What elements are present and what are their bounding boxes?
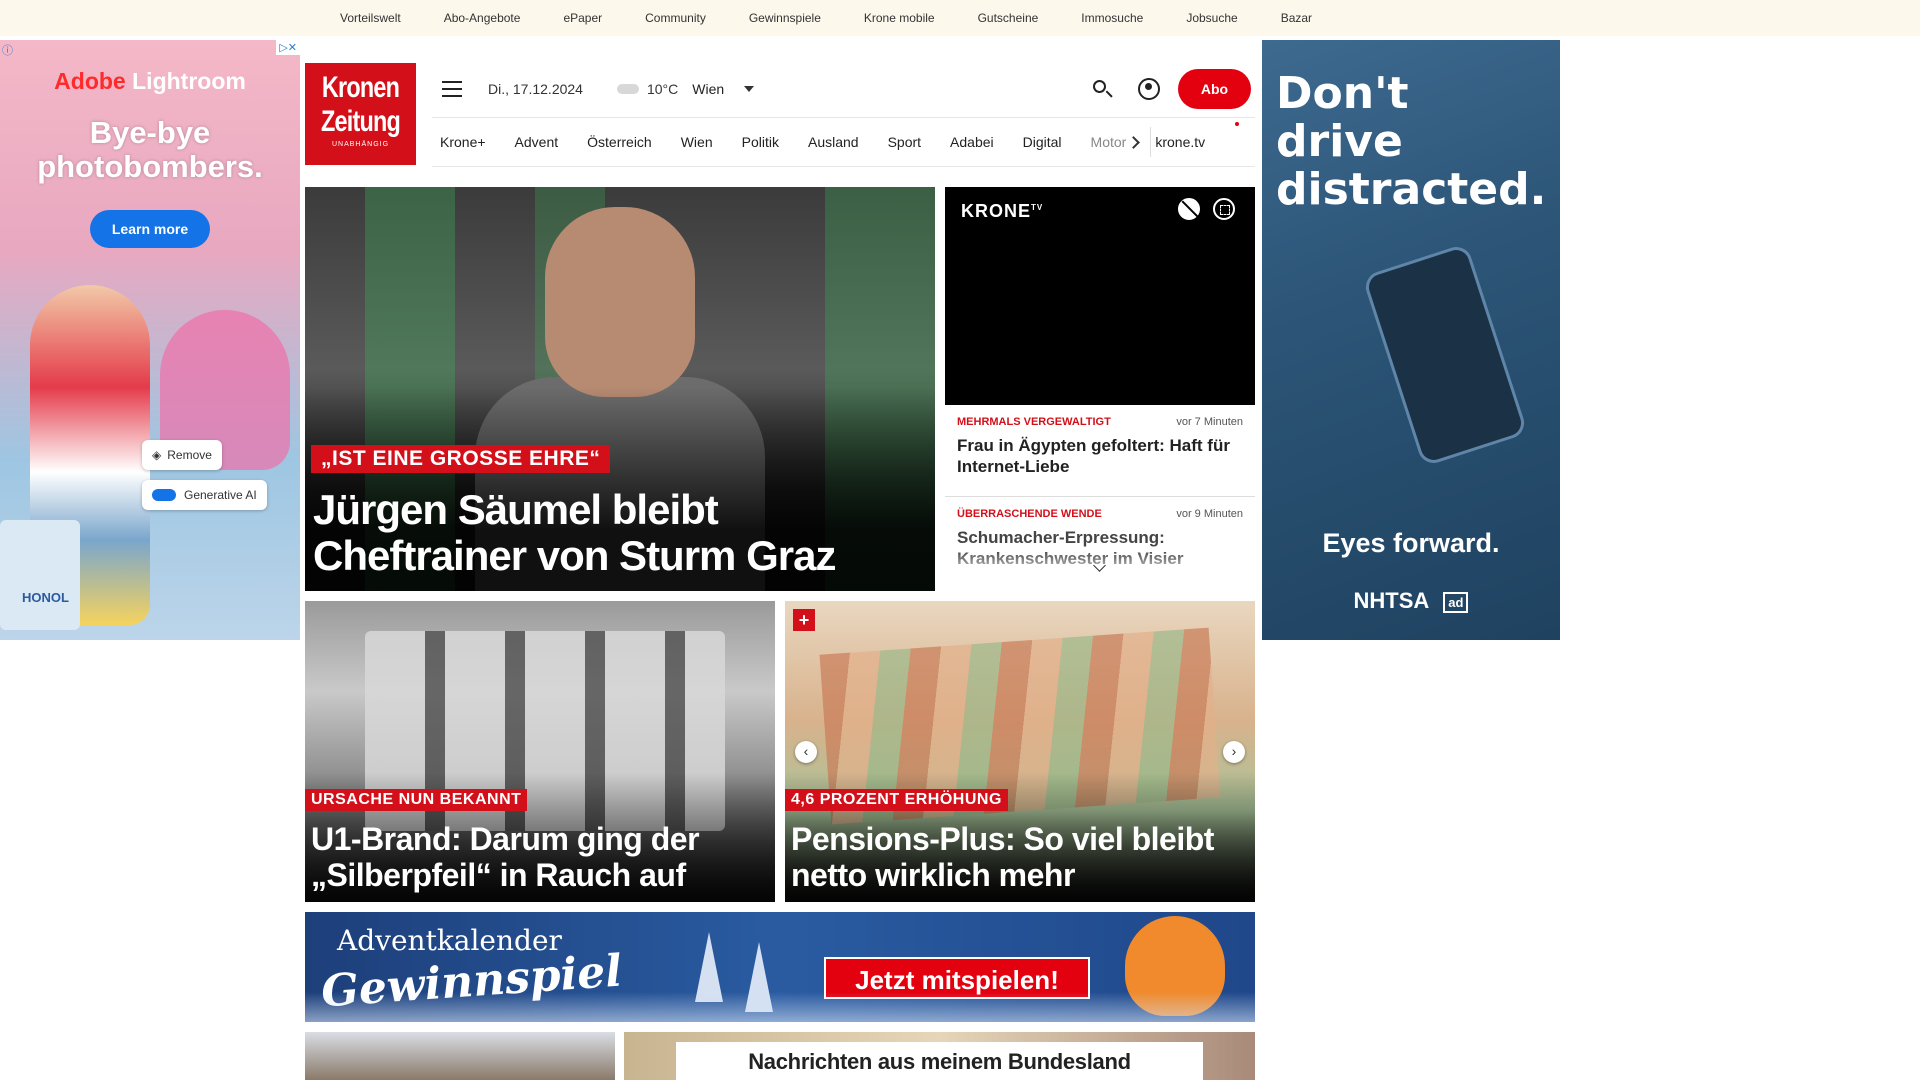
bundesland-heading[interactable]: Nachrichten aus meinem Bundesland xyxy=(676,1042,1203,1080)
chevron-down-icon[interactable] xyxy=(744,86,755,92)
article-card-pension[interactable]: + ‹ › 4,6 PROZENT ERHÖHUNG Pensions-Plus… xyxy=(785,601,1255,902)
news-time: vor 9 Minuten xyxy=(1176,508,1243,520)
nav-item-advent[interactable]: Advent xyxy=(515,134,559,150)
ad-close-icon[interactable]: ▷✕ xyxy=(276,40,300,55)
menu-icon[interactable] xyxy=(442,81,462,97)
chevron-right-icon[interactable]: › xyxy=(1223,741,1245,763)
ad-right-headline: Don't drive distracted. xyxy=(1276,68,1547,215)
nhtsa-logo: NHTSA xyxy=(1353,588,1430,613)
header-row: Di., 17.12.2024 10°C Wien Abo xyxy=(432,68,1255,110)
nav-item-ausland[interactable]: Ausland xyxy=(808,134,859,150)
krone-tv-logo: KRONETV xyxy=(961,201,1044,221)
ad-generative-chip: Generative AI xyxy=(142,480,267,510)
krone-plus-icon: + xyxy=(793,609,815,631)
search-icon[interactable] xyxy=(1091,78,1115,102)
nav-divider xyxy=(1150,127,1152,157)
ad-info-icon[interactable]: ⓘ xyxy=(2,42,13,58)
advent-calendar-banner[interactable]: Adventkalender Gewinnspiel Jetzt mitspie… xyxy=(305,912,1255,1022)
topbar-link-gutscheine[interactable]: Gutscheine xyxy=(978,11,1039,25)
news-category: MEHRMALS VERGEWALTIGT xyxy=(957,416,1111,428)
kronen-zeitung-logo[interactable]: Kronen Zeitung UNABHÄNGIG xyxy=(305,63,416,165)
nav-item-wien[interactable]: Wien xyxy=(681,134,713,150)
hero-title[interactable]: Jürgen Säumel bleibt Cheftrainer von Stu… xyxy=(313,487,913,579)
abo-button[interactable]: Abo xyxy=(1178,69,1251,109)
news-category: ÜBERRASCHENDE WENDE xyxy=(957,508,1102,520)
topbar-link-gewinnspiele[interactable]: Gewinnspiele xyxy=(749,11,821,25)
current-date: Di., 17.12.2024 xyxy=(488,81,583,97)
temperature: 10°C xyxy=(646,81,679,97)
ad-brand: Adobe Lightroom xyxy=(54,68,246,94)
card-title[interactable]: U1-Brand: Darum ging der „Silberpfeil“ i… xyxy=(311,821,771,893)
news-headline[interactable]: Frau in Ägypten gefoltert: Haft für Inte… xyxy=(957,435,1243,477)
card-title[interactable]: Pensions-Plus: So viel bleibt netto wirk… xyxy=(791,821,1251,893)
nav-item-sport[interactable]: Sport xyxy=(888,134,921,150)
topbar-link-jobsuche[interactable]: Jobsuche xyxy=(1186,11,1237,25)
topbar-link-abo-angebote[interactable]: Abo-Angebote xyxy=(444,11,521,25)
ad-can-image: HONOL xyxy=(0,520,80,630)
main-navigation: Krone+ Advent Österreich Wien Politik Au… xyxy=(432,117,1255,167)
fullscreen-icon[interactable] xyxy=(1213,198,1235,220)
list-item[interactable]: MEHRMALS VERGEWALTIGT vor 7 Minuten Frau … xyxy=(945,405,1255,497)
hero-article[interactable]: „IST EINE GROSSE EHRE“ Jürgen Säumel ble… xyxy=(305,187,935,591)
chevron-left-icon[interactable]: ‹ xyxy=(795,741,817,763)
topbar-link-krone-mobile[interactable]: Krone mobile xyxy=(864,11,935,25)
article-card-u1[interactable]: URSACHE NUN BEKANNT U1-Brand: Darum ging… xyxy=(305,601,775,902)
nav-item-krone-plus[interactable]: Krone+ xyxy=(440,134,486,150)
live-dot-icon xyxy=(1235,122,1240,126)
ad-left-lightroom[interactable]: ⓘ ▷✕ Adobe Lightroom Bye-bye photobombers… xyxy=(0,40,300,640)
city-selector[interactable]: Wien xyxy=(692,81,724,97)
ad-right-nhtsa[interactable]: Don't drive distracted. Eyes forward. NH… xyxy=(1262,40,1560,640)
ad-learn-more-button[interactable]: Learn more xyxy=(90,210,210,248)
service-bar: Vorteilswelt Abo-Angebote ePaper Communi… xyxy=(0,0,1920,36)
article-thumbnail[interactable] xyxy=(305,1032,615,1080)
toggle-icon xyxy=(152,489,176,501)
eraser-icon: ◈ xyxy=(152,448,162,462)
chevron-right-icon[interactable] xyxy=(1127,135,1141,149)
topbar-link-bazar[interactable]: Bazar xyxy=(1281,11,1312,25)
topbar-link-vorteilswelt[interactable]: Vorteilswelt xyxy=(340,11,401,25)
ad-right-logos: NHTSA ad xyxy=(1262,588,1560,614)
side-news-list: MEHRMALS VERGEWALTIGT vor 7 Minuten Frau … xyxy=(945,405,1255,580)
nav-item-adabei[interactable]: Adabei xyxy=(950,134,994,150)
ad-council-logo: ad xyxy=(1443,591,1469,613)
hero-person-head xyxy=(545,207,695,397)
ad-headline: Bye-bye photobombers. xyxy=(37,115,263,184)
ad-right-subline: Eyes forward. xyxy=(1322,528,1500,558)
cloud-icon xyxy=(616,84,639,94)
nav-item-oesterreich[interactable]: Österreich xyxy=(587,134,652,150)
user-account-icon[interactable] xyxy=(1138,78,1160,100)
nav-item-krone-tv[interactable]: krone.tv xyxy=(1155,122,1240,150)
mute-icon[interactable] xyxy=(1178,198,1200,220)
ad-remove-chip: ◈ Remove xyxy=(142,440,222,470)
nav-item-politik[interactable]: Politik xyxy=(742,134,779,150)
topbar-link-epaper[interactable]: ePaper xyxy=(563,11,602,25)
nav-item-motor[interactable]: Motor xyxy=(1091,134,1127,150)
nav-item-digital[interactable]: Digital xyxy=(1023,134,1062,150)
card-kicker: URSACHE NUN BEKANNT xyxy=(305,789,528,811)
card-kicker: 4,6 PROZENT ERHÖHUNG xyxy=(785,789,1008,811)
hero-kicker: „IST EINE GROSSE EHRE“ xyxy=(311,445,611,473)
topbar-link-community[interactable]: Community xyxy=(645,11,706,25)
news-time: vor 7 Minuten xyxy=(1176,416,1243,428)
krone-tv-player[interactable]: KRONETV xyxy=(945,187,1255,405)
topbar-link-immosuche[interactable]: Immosuche xyxy=(1081,11,1143,25)
phone-image xyxy=(1361,242,1529,468)
